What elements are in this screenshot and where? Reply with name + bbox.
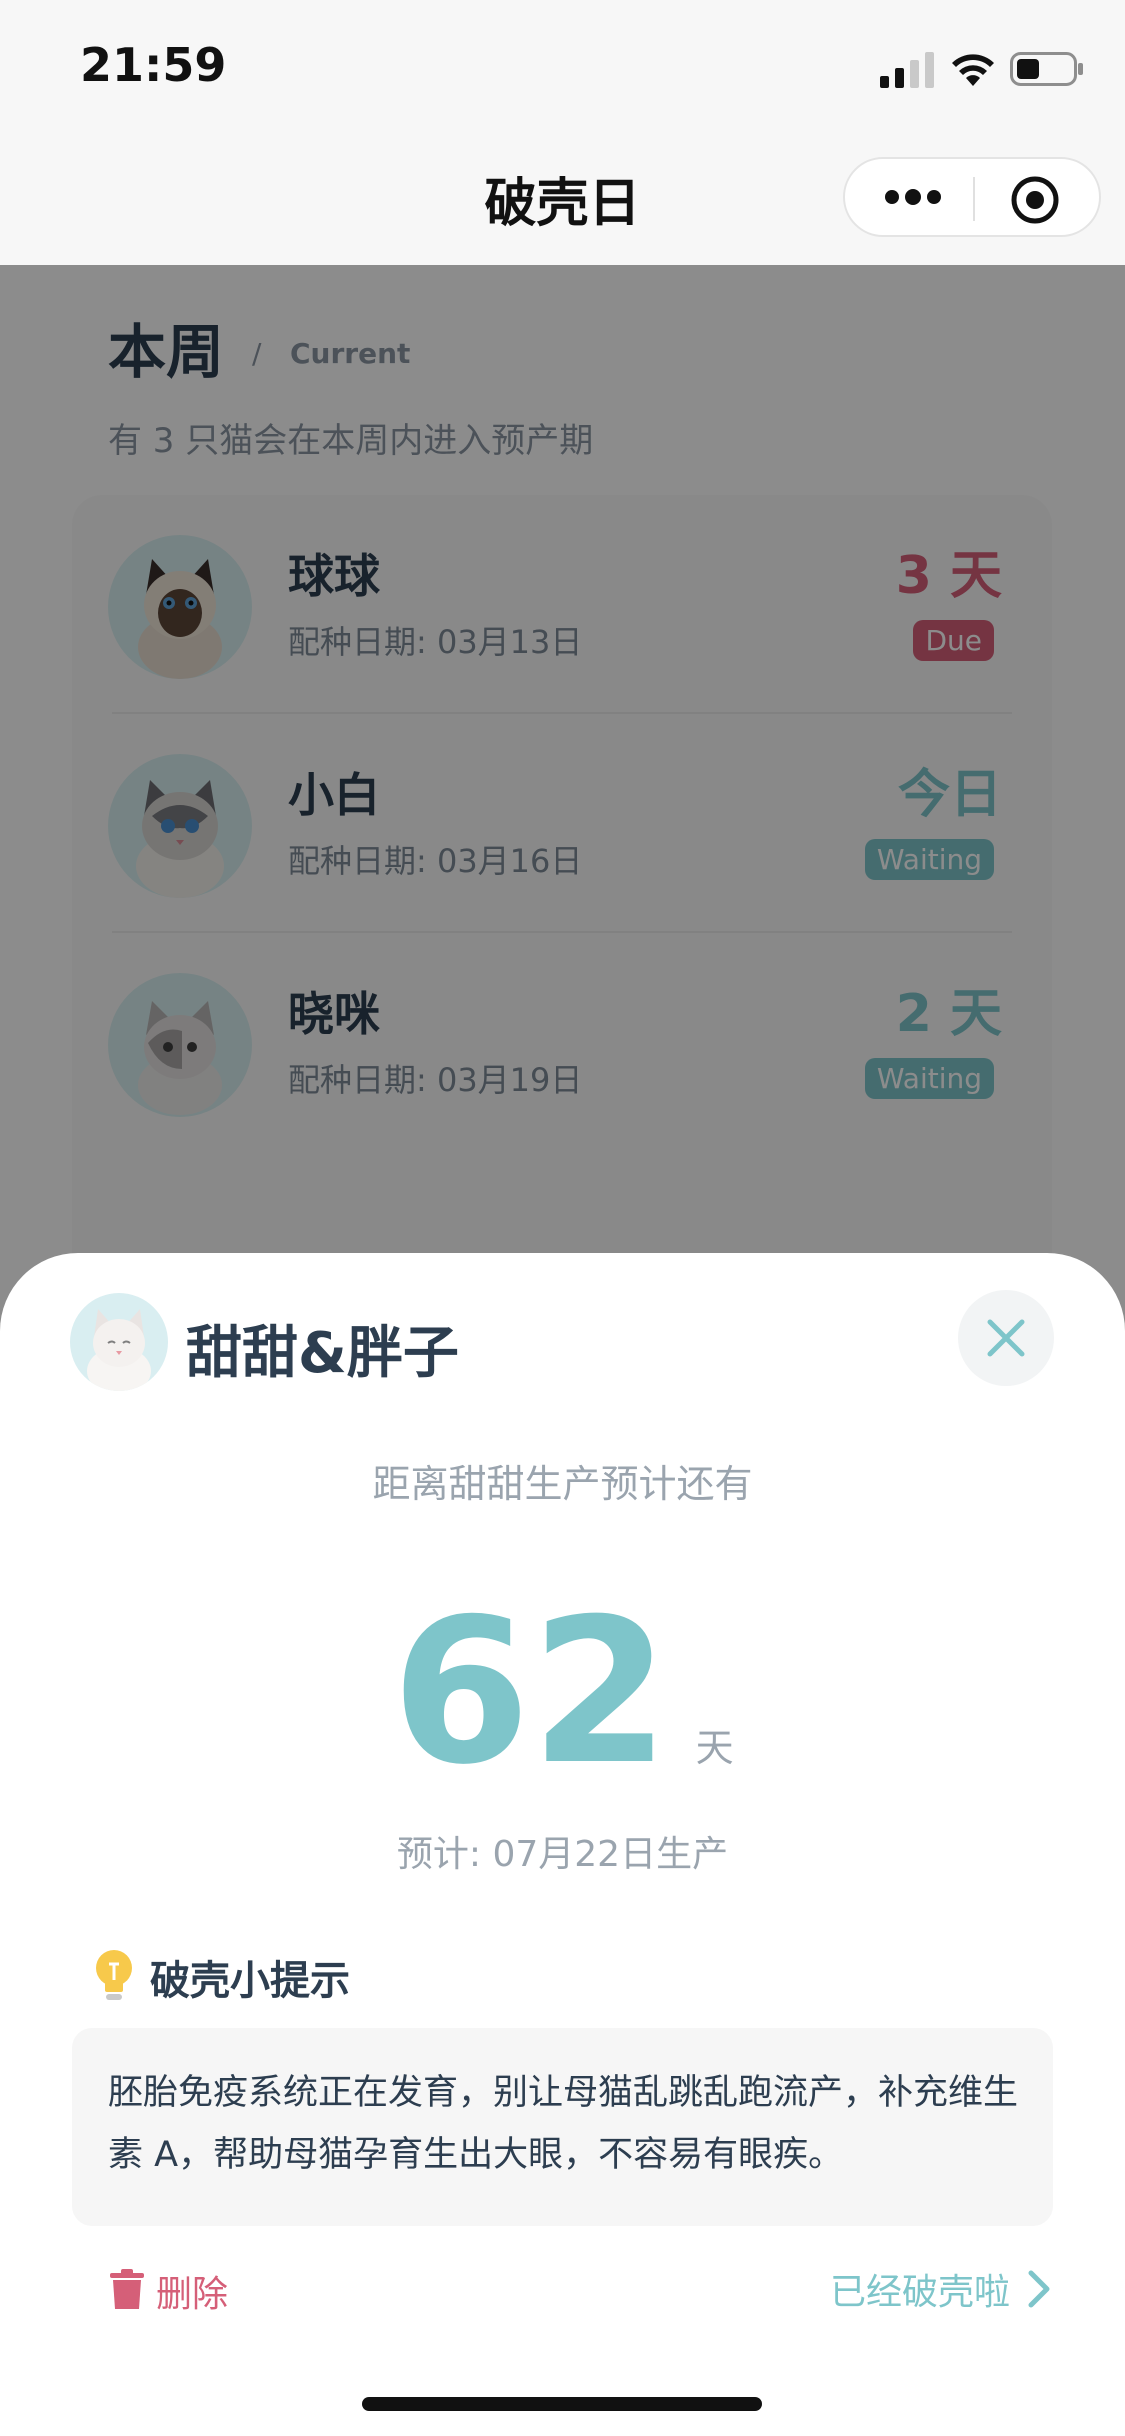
cat-detail-sheet: 甜甜&胖子 距离甜甜生产预计还有 62 天 预计: 07月22日生产 破壳小提示 … — [0, 1253, 1125, 2436]
lightbulb-icon — [96, 1950, 132, 2000]
countdown-days: 62 — [391, 1576, 670, 1809]
close-sheet-button[interactable] — [958, 1290, 1054, 1386]
close-mini-program-icon[interactable] — [1010, 175, 1060, 225]
sheet-cat-name: 甜甜&胖子 — [186, 1321, 459, 1386]
tip-box: 胚胎免疫系统正在发育，别让母猫乱跳乱跑流产，补充维生素 A，帮助母猫孕育生出大眼… — [72, 2028, 1053, 2226]
white-cat-icon — [87, 1309, 151, 1391]
signal-icon — [880, 52, 934, 88]
home-indicator[interactable] — [362, 2397, 762, 2411]
close-icon — [987, 1319, 1025, 1357]
trash-icon — [110, 2269, 144, 2309]
more-icon[interactable] — [883, 186, 943, 208]
countdown: 62 天 — [0, 1593, 1125, 1793]
tip-title: 破壳小提示 — [150, 1958, 350, 2004]
hatched-button[interactable]: 已经破壳啦 — [830, 2263, 1010, 2315]
battery-icon — [1010, 52, 1083, 86]
tip-text: 胚胎免疫系统正在发育，别让母猫乱跳乱跑流产，补充维生素 A，帮助母猫孕育生出大眼… — [108, 2073, 1019, 2175]
delete-label: 删除 — [156, 2274, 229, 2315]
status-time: 21:59 — [80, 38, 227, 92]
capsule-divider — [973, 177, 975, 221]
countdown-label: 距离甜甜生产预计还有 — [372, 1462, 753, 1506]
mini-program-capsule — [843, 157, 1101, 237]
sheet-cat-avatar — [70, 1293, 168, 1391]
status-bar: 21:59 — [0, 0, 1125, 135]
chevron-right-icon[interactable] — [1025, 2269, 1053, 2309]
expected-date: 预计: 07月22日生产 — [396, 1834, 729, 1875]
countdown-unit: 天 — [695, 1726, 734, 1770]
nav-bar: 破壳日 — [0, 135, 1125, 265]
wifi-icon — [952, 54, 994, 86]
